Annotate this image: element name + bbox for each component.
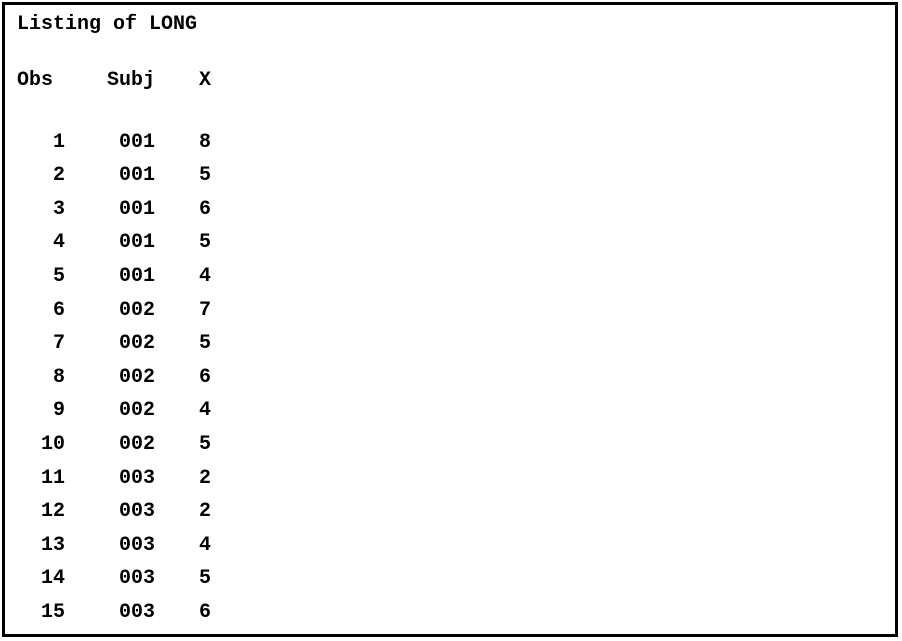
table-row: 9 002 4 <box>17 394 883 428</box>
listing-title: Listing of LONG <box>17 13 883 36</box>
table-row: 12 003 2 <box>17 495 883 529</box>
cell-x: 6 <box>155 596 211 630</box>
cell-obs: 4 <box>17 226 65 260</box>
cell-obs: 14 <box>17 562 65 596</box>
cell-subj: 002 <box>65 428 155 462</box>
cell-obs: 13 <box>17 529 65 563</box>
table-row: 6 002 7 <box>17 294 883 328</box>
output-listing: Listing of LONG Obs Subj X 1 001 8 2 001… <box>2 2 898 637</box>
cell-x: 2 <box>155 495 211 529</box>
cell-obs: 10 <box>17 428 65 462</box>
cell-x: 5 <box>155 327 211 361</box>
cell-subj: 003 <box>65 529 155 563</box>
table-row: 14 003 5 <box>17 562 883 596</box>
table-row: 5 001 4 <box>17 260 883 294</box>
cell-obs: 1 <box>17 126 65 160</box>
table-row: 3 001 6 <box>17 193 883 227</box>
cell-subj: 002 <box>65 394 155 428</box>
table-row: 8 002 6 <box>17 361 883 395</box>
cell-subj: 002 <box>65 327 155 361</box>
cell-obs: 12 <box>17 495 65 529</box>
table-row: 15 003 6 <box>17 596 883 630</box>
table-header-row: Obs Subj X <box>17 64 883 98</box>
cell-obs: 8 <box>17 361 65 395</box>
cell-obs: 3 <box>17 193 65 227</box>
cell-x: 4 <box>155 394 211 428</box>
table-row: 13 003 4 <box>17 529 883 563</box>
cell-obs: 2 <box>17 159 65 193</box>
cell-obs: 7 <box>17 327 65 361</box>
cell-obs: 11 <box>17 462 65 496</box>
cell-subj: 002 <box>65 294 155 328</box>
cell-x: 6 <box>155 193 211 227</box>
cell-subj: 001 <box>65 193 155 227</box>
cell-x: 2 <box>155 462 211 496</box>
cell-subj: 001 <box>65 159 155 193</box>
header-subj: Subj <box>65 64 155 98</box>
table-row: 1 001 8 <box>17 126 883 160</box>
cell-x: 5 <box>155 562 211 596</box>
cell-x: 4 <box>155 529 211 563</box>
cell-subj: 001 <box>65 126 155 160</box>
cell-obs: 6 <box>17 294 65 328</box>
table-row: 4 001 5 <box>17 226 883 260</box>
cell-subj: 001 <box>65 260 155 294</box>
table-row: 7 002 5 <box>17 327 883 361</box>
cell-subj: 003 <box>65 562 155 596</box>
cell-x: 8 <box>155 126 211 160</box>
cell-obs: 5 <box>17 260 65 294</box>
table-row: 2 001 5 <box>17 159 883 193</box>
cell-x: 7 <box>155 294 211 328</box>
cell-x: 4 <box>155 260 211 294</box>
cell-x: 5 <box>155 428 211 462</box>
cell-x: 5 <box>155 159 211 193</box>
table-row: 10 002 5 <box>17 428 883 462</box>
table-body: 1 001 8 2 001 5 3 001 6 4 001 5 5 001 4 … <box>17 126 883 630</box>
header-x: X <box>155 64 211 98</box>
cell-obs: 9 <box>17 394 65 428</box>
cell-subj: 003 <box>65 462 155 496</box>
cell-x: 5 <box>155 226 211 260</box>
cell-x: 6 <box>155 361 211 395</box>
table-row: 11 003 2 <box>17 462 883 496</box>
cell-obs: 15 <box>17 596 65 630</box>
cell-subj: 001 <box>65 226 155 260</box>
cell-subj: 003 <box>65 495 155 529</box>
header-obs: Obs <box>17 64 65 98</box>
cell-subj: 002 <box>65 361 155 395</box>
cell-subj: 003 <box>65 596 155 630</box>
